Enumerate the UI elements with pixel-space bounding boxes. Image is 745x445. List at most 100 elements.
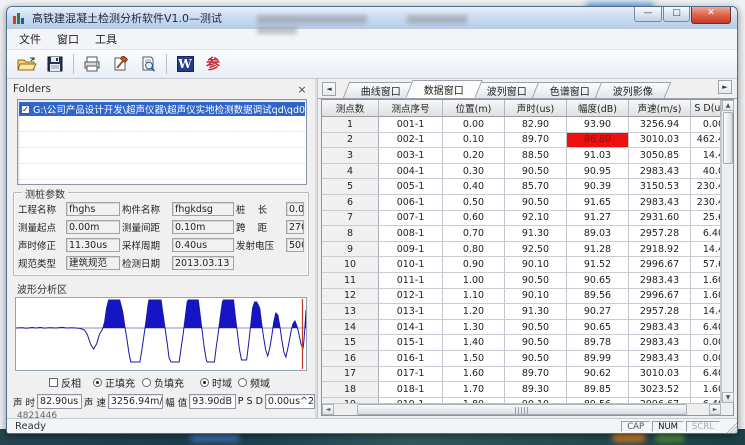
table-cell[interactable]: 12 (322, 289, 379, 305)
table-cell[interactable]: 11 (322, 273, 379, 289)
table-cell[interactable]: 2996.67 (629, 289, 691, 305)
table-cell[interactable]: 6 (322, 195, 379, 211)
scroll-right-icon[interactable]: ► (709, 404, 721, 415)
table-row[interactable]: 8008-10.7091.3089.032957.286.40 (322, 226, 721, 242)
table-cell[interactable]: 008-1 (379, 226, 443, 242)
hscroll-thumb[interactable] (357, 404, 687, 415)
tab-scroll-right-icon[interactable]: ► (718, 80, 732, 94)
reading-value[interactable]: 82.90us (37, 394, 82, 409)
vertical-scrollbar[interactable]: ▲ ▼ (721, 100, 733, 403)
table-cell[interactable]: 0.20 (443, 148, 505, 164)
folder-item-selected[interactable]: ✓ G:\公司产品设计开发\超声仪器\超声仪实地检测数据调试qd\qd03\qd… (19, 102, 305, 116)
checkbox-icon[interactable] (49, 378, 58, 387)
table-cell[interactable]: 57.6 (691, 257, 721, 273)
table-cell[interactable]: 0.30 (443, 164, 505, 180)
table-cell[interactable]: 0.00 (691, 117, 721, 133)
table-cell[interactable]: 86.80 (567, 133, 629, 149)
close-button[interactable]: ✕ (691, 7, 731, 24)
resize-grip-icon[interactable] (724, 420, 737, 433)
table-cell[interactable]: 91.30 (505, 226, 567, 242)
parameters-button[interactable]: 参 (199, 52, 227, 76)
column-header[interactable]: P S D(us (691, 100, 721, 117)
column-header[interactable]: 测点序号 (379, 100, 443, 117)
table-cell[interactable]: 462.4 (691, 133, 721, 149)
reading-value[interactable]: 0.00us^2/m (265, 394, 315, 409)
table-cell[interactable]: 014-1 (379, 320, 443, 336)
radio-icon[interactable] (200, 378, 209, 387)
title-bar[interactable]: 高铁建混凝土检测分析软件V1.0—测试 — □ ✕ (7, 7, 737, 29)
folder-list[interactable]: ✓ G:\公司产品设计开发\超声仪器\超声仪实地检测数据调试qd\qd03\qd… (17, 99, 307, 185)
reading-value[interactable]: 93.90dB (189, 394, 236, 409)
table-cell[interactable]: 6.40 (691, 226, 721, 242)
table-cell[interactable]: 10 (322, 257, 379, 273)
table-cell[interactable]: 004-1 (379, 164, 443, 180)
table-cell[interactable]: 2983.43 (629, 195, 691, 211)
table-cell[interactable]: 1.40 (443, 335, 505, 351)
table-cell[interactable]: 16 (322, 351, 379, 367)
table-cell[interactable]: 2957.28 (629, 226, 691, 242)
table-cell[interactable]: 90.27 (567, 304, 629, 320)
tab-数据窗口[interactable]: 数据窗口 (405, 80, 482, 98)
table-cell[interactable]: 012-1 (379, 289, 443, 305)
table-cell[interactable]: 90.50 (505, 164, 567, 180)
tab-波列影像[interactable]: 波列影像 (595, 82, 671, 98)
table-cell[interactable]: 005-1 (379, 179, 443, 195)
table-cell[interactable]: 2957.28 (629, 304, 691, 320)
column-header[interactable]: 幅度(dB) (567, 100, 629, 117)
table-cell[interactable]: 4 (322, 164, 379, 180)
panel-close-icon[interactable]: × (295, 83, 309, 96)
table-cell[interactable]: 90.50 (505, 320, 567, 336)
table-cell[interactable]: 3023.52 (629, 382, 691, 398)
table-cell[interactable]: 92.50 (505, 242, 567, 258)
table-cell[interactable]: 3050.85 (629, 148, 691, 164)
table-cell[interactable]: 2983.43 (629, 164, 691, 180)
table-cell[interactable]: 90.65 (567, 273, 629, 289)
table-cell[interactable]: 1.60 (691, 382, 721, 398)
table-cell[interactable]: 0.00 (691, 351, 721, 367)
table-cell[interactable]: 2983.43 (629, 335, 691, 351)
table-cell[interactable]: 0.40 (443, 179, 505, 195)
maximize-button[interactable]: □ (663, 7, 690, 22)
table-row[interactable]: 17017-11.6089.7090.623010.036.40 (322, 367, 721, 383)
menu-item-文件[interactable]: 文件 (11, 29, 49, 49)
process-button[interactable] (106, 52, 134, 76)
table-row[interactable]: 11011-11.0090.5090.652983.431.60 (322, 273, 721, 289)
menu-item-窗口[interactable]: 窗口 (49, 29, 87, 49)
table-cell[interactable]: 82.90 (505, 117, 567, 133)
column-header[interactable]: 测点数 (322, 100, 379, 117)
table-cell[interactable]: 9 (322, 242, 379, 258)
table-cell[interactable]: 89.30 (505, 382, 567, 398)
table-cell[interactable]: 0.90 (443, 257, 505, 273)
table-cell[interactable]: 010-1 (379, 257, 443, 273)
table-cell[interactable]: 006-1 (379, 195, 443, 211)
table-row[interactable]: 15015-11.4090.5089.782983.430.00 (322, 335, 721, 351)
table-cell[interactable]: 015-1 (379, 335, 443, 351)
table-cell[interactable]: 89.99 (567, 351, 629, 367)
table-cell[interactable]: 009-1 (379, 242, 443, 258)
column-header[interactable]: 位置(m) (443, 100, 505, 117)
table-row[interactable]: 16016-11.5090.5089.992983.430.00 (322, 351, 721, 367)
print-preview-button[interactable] (134, 52, 162, 76)
table-cell[interactable]: 18 (322, 382, 379, 398)
table-cell[interactable]: 14.4 (691, 304, 721, 320)
table-cell[interactable]: 0.80 (443, 242, 505, 258)
table-cell[interactable]: 1.60 (691, 273, 721, 289)
radio-icon[interactable] (142, 378, 151, 387)
table-cell[interactable]: 001-1 (379, 117, 443, 133)
table-cell[interactable]: 7 (322, 211, 379, 227)
table-cell[interactable]: 2983.43 (629, 351, 691, 367)
table-cell[interactable]: 0.50 (443, 195, 505, 211)
table-row[interactable]: 12012-11.1090.1089.562996.671.60 (322, 289, 721, 305)
table-cell[interactable]: 15 (322, 335, 379, 351)
table-cell[interactable]: 1.20 (443, 304, 505, 320)
open-file-button[interactable] (13, 52, 41, 76)
radio-时域[interactable]: 时域 (200, 375, 232, 390)
table-cell[interactable]: 93.90 (567, 117, 629, 133)
scroll-left-icon[interactable]: ◄ (322, 404, 334, 415)
table-cell[interactable]: 0.10 (443, 133, 505, 149)
table-cell[interactable]: 003-1 (379, 148, 443, 164)
table-cell[interactable]: 1.10 (443, 289, 505, 305)
radio-负填充[interactable]: 负填充 (142, 375, 184, 390)
table-cell[interactable]: 92.10 (505, 211, 567, 227)
table-row[interactable]: 14014-11.3090.5090.652983.436.40 (322, 320, 721, 336)
